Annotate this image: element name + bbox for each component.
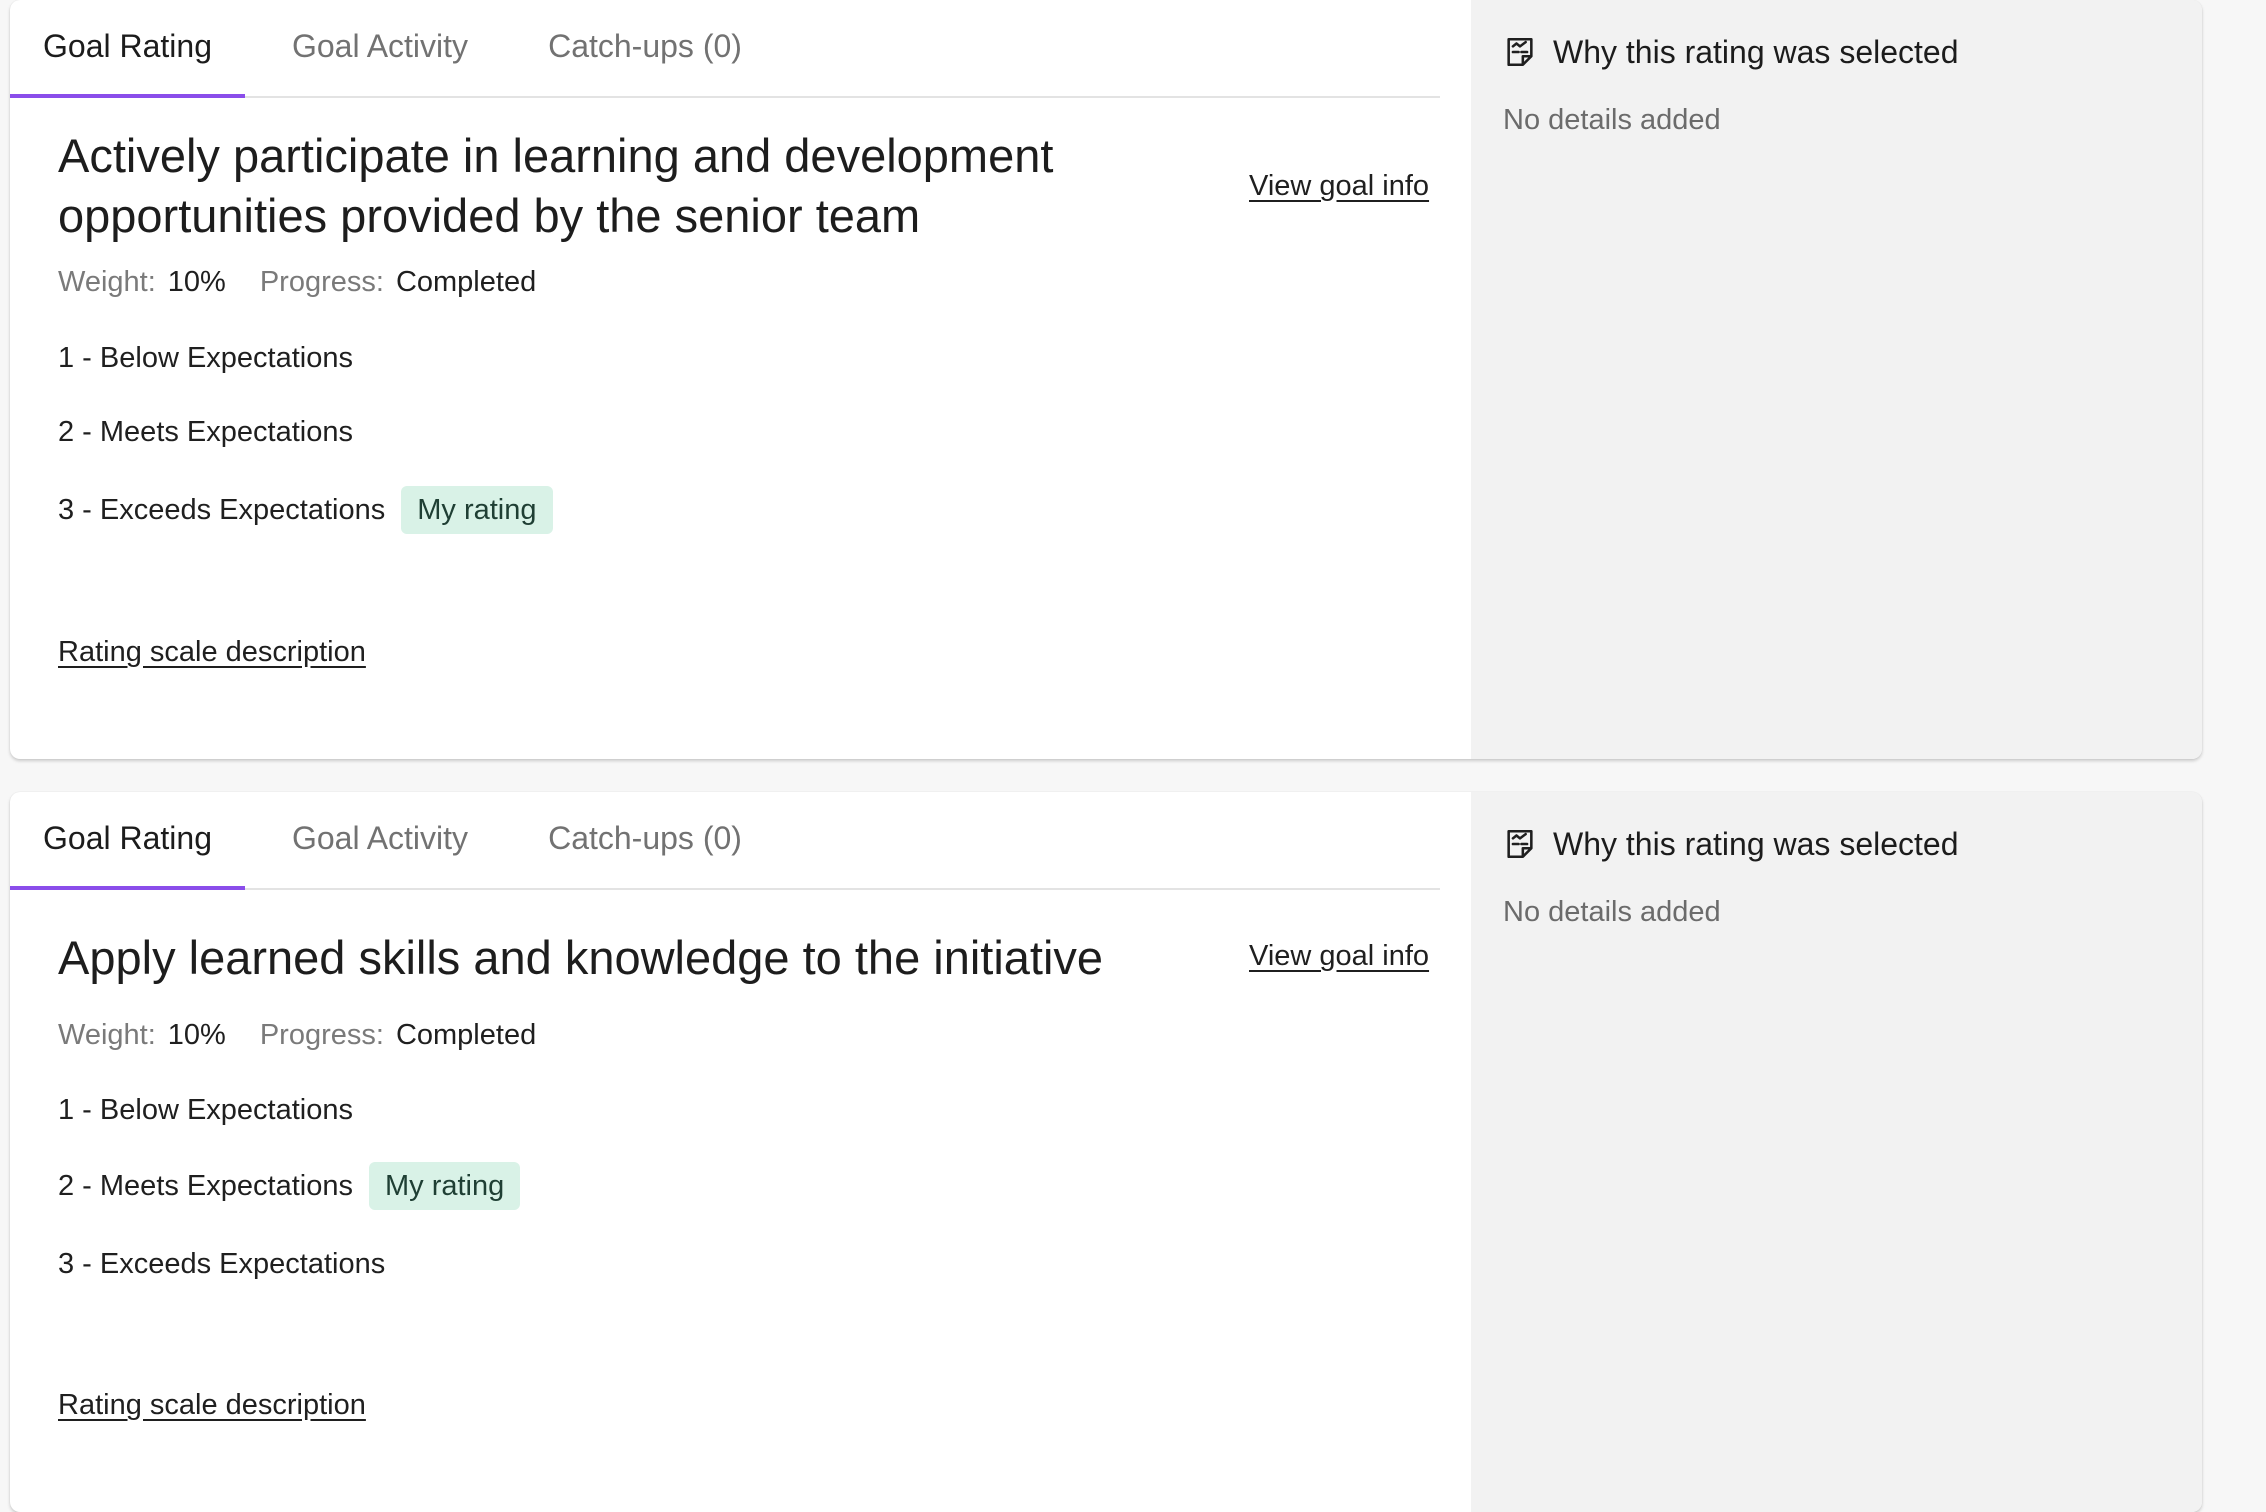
goal-meta: Weight: 10% Progress: Completed (58, 266, 536, 299)
rating-reason-title: Why this rating was selected (1553, 825, 1959, 862)
notes-chart-icon (1507, 829, 1533, 859)
progress-value: Completed (395, 266, 537, 298)
progress-label: Progress: (259, 266, 384, 298)
goal-rating-panel: Goal Rating Goal Activity Catch-ups (0) … (10, 0, 1471, 759)
goal-meta: Weight: 10% Progress: Completed (58, 1019, 536, 1052)
rating-option-label: 2 - Meets Expectations (58, 1170, 353, 1202)
my-rating-badge: My rating (401, 486, 553, 534)
goal-card: Goal Rating Goal Activity Catch-ups (0) … (10, 792, 2202, 1512)
weight-value: 10% (167, 266, 226, 298)
tab-catch-ups[interactable]: Catch-ups (0) (510, 0, 780, 96)
rating-reason-header: Why this rating was selected (1503, 30, 1959, 74)
tab-goal-activity[interactable]: Goal Activity (270, 792, 490, 888)
goal-card: Goal Rating Goal Activity Catch-ups (0) … (10, 0, 2202, 759)
tab-goal-activity[interactable]: Goal Activity (270, 0, 490, 96)
rating-option-label: 1 - Below Expectations (58, 342, 353, 374)
rating-option: 2 - Meets Expectations (58, 408, 353, 456)
rating-scale-description-link[interactable]: Rating scale description (58, 636, 366, 669)
tab-goal-rating[interactable]: Goal Rating (10, 0, 245, 98)
rating-option: 3 - Exceeds Expectations My rating (58, 486, 553, 534)
view-goal-info-link[interactable]: View goal info (1249, 170, 1429, 203)
rating-option: 1 - Below Expectations (58, 334, 353, 382)
goal-rating-panel: Goal Rating Goal Activity Catch-ups (0) … (10, 792, 1471, 1512)
rating-option: 2 - Meets Expectations My rating (58, 1162, 521, 1210)
rating-reason-panel: Why this rating was selected No details … (1471, 792, 2202, 1512)
rating-option-label: 1 - Below Expectations (58, 1094, 353, 1126)
rating-reason-title: Why this rating was selected (1553, 33, 1959, 70)
rating-reason-empty: No details added (1503, 104, 1721, 136)
rating-option-label: 2 - Meets Expectations (58, 416, 353, 448)
rating-option-label: 3 - Exceeds Expectations (58, 1248, 386, 1280)
weight-value: 10% (167, 1019, 226, 1051)
tab-goal-rating[interactable]: Goal Rating (10, 792, 245, 890)
goal-title: Apply learned skills and knowledge to th… (58, 931, 1104, 984)
view-goal-info-link[interactable]: View goal info (1249, 940, 1429, 973)
goal-title: Actively participate in learning and dev… (58, 129, 1054, 242)
rating-reason-panel: Why this rating was selected No details … (1471, 0, 2202, 759)
rating-option: 1 - Below Expectations (58, 1086, 353, 1134)
tab-catch-ups[interactable]: Catch-ups (0) (510, 792, 780, 888)
rating-reason-empty: No details added (1503, 896, 1721, 928)
rating-scale-description-link[interactable]: Rating scale description (58, 1389, 366, 1422)
weight-label: Weight: (58, 266, 156, 298)
weight-label: Weight: (58, 1019, 156, 1051)
progress-value: Completed (395, 1019, 537, 1051)
progress-label: Progress: (259, 1019, 384, 1051)
rating-reason-header: Why this rating was selected (1503, 822, 1959, 866)
rating-option-label: 3 - Exceeds Expectations (58, 494, 386, 526)
rating-option: 3 - Exceeds Expectations (58, 1240, 385, 1288)
my-rating-badge: My rating (368, 1162, 521, 1210)
goal-tabs: Goal Rating Goal Activity Catch-ups (0) (10, 0, 1440, 98)
goal-tabs: Goal Rating Goal Activity Catch-ups (0) (10, 792, 1440, 890)
notes-chart-icon (1507, 37, 1533, 67)
